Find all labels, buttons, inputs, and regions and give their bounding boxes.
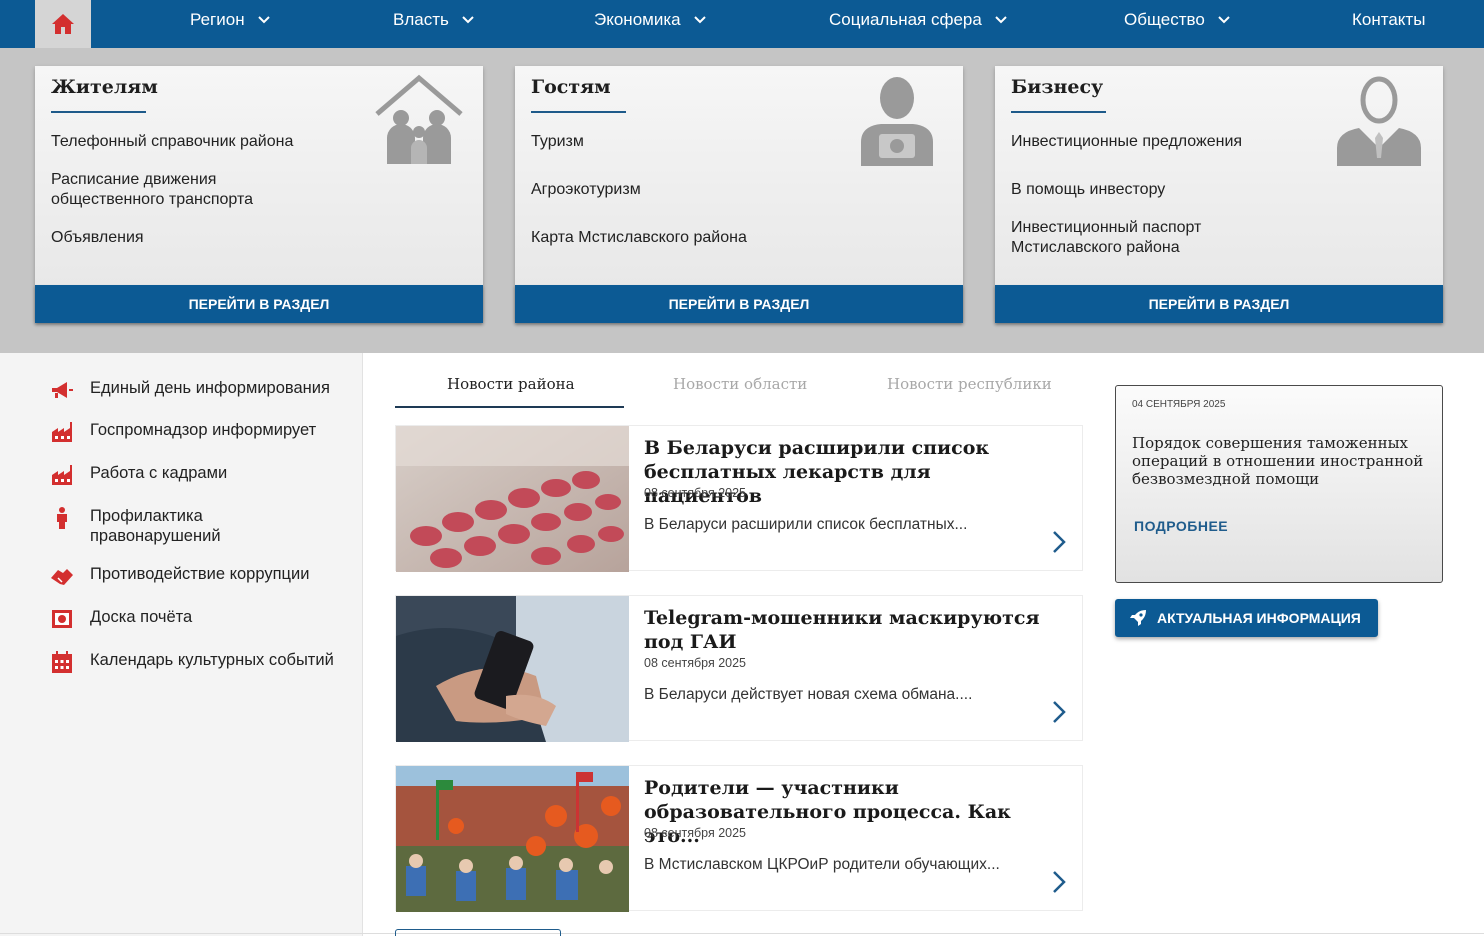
- go-to-section-button[interactable]: ПЕРЕЙТИ В РАЗДЕЛ: [995, 285, 1443, 323]
- card-guests: Гостям Туризм Агроэкотуризм Карта Мстисл…: [515, 66, 963, 323]
- sidebar-item-label: Календарь культурных событий: [90, 651, 334, 669]
- sidebar-item-label: Госпромнадзор информирует: [90, 421, 317, 439]
- nav-label: Регион: [190, 10, 245, 29]
- card-link[interactable]: Инвестиционный паспорт Мстиславского рай…: [1011, 218, 1251, 258]
- tab-region-news[interactable]: Новости области: [673, 375, 807, 393]
- chevron-down-icon: [257, 16, 270, 24]
- news-date: 08 сентября 2025: [644, 486, 746, 500]
- news-title[interactable]: Telegram-мошенники маскируются под ГАИ: [644, 606, 1044, 654]
- rocket-icon: [1130, 610, 1146, 626]
- home-icon: [52, 14, 74, 34]
- news-item[interactable]: В Беларуси расширили список бесплатных л…: [395, 425, 1083, 572]
- chevron-right-icon[interactable]: [1052, 870, 1066, 894]
- calendar-icon: [52, 651, 72, 673]
- factory-icon: [52, 465, 72, 485]
- title-underline: [1011, 111, 1106, 113]
- handshake-icon: [51, 569, 73, 585]
- nav-label: Общество: [1124, 10, 1205, 29]
- pills-photo[interactable]: [396, 426, 629, 572]
- card-link[interactable]: Туризм: [531, 132, 861, 152]
- nav-label: Социальная сфера: [829, 10, 982, 29]
- sidebar-item-culture-calendar[interactable]: Календарь культурных событий: [50, 650, 360, 674]
- card-link[interactable]: Карта Мстиславского района: [531, 228, 861, 248]
- chevron-right-icon[interactable]: [1052, 530, 1066, 554]
- nav-item-power[interactable]: Власть: [393, 0, 475, 40]
- crowd-balloons-photo[interactable]: [396, 766, 629, 912]
- card-business: Бизнесу Инвестиционные предложения В пом…: [995, 66, 1443, 323]
- title-underline: [51, 111, 146, 113]
- news-item[interactable]: Родители — участники образовательного пр…: [395, 765, 1083, 912]
- news-excerpt: В Мстиславском ЦКРОиР родители обучающих…: [644, 856, 1000, 873]
- megaphone-icon: [52, 382, 73, 398]
- chevron-down-icon: [1218, 16, 1230, 24]
- nav-label: Власть: [393, 10, 449, 29]
- sidebar: Единый день информирования Госпромнадзор…: [0, 353, 363, 936]
- card-title: Бизнесу: [1011, 76, 1104, 98]
- actual-info-button[interactable]: АКТУАЛЬНАЯ ИНФОРМАЦИЯ: [1115, 599, 1378, 637]
- home-button[interactable]: [35, 0, 91, 48]
- sidebar-item-gospromnadzor[interactable]: Госпромнадзор информирует: [50, 420, 360, 444]
- more-link[interactable]: ПОДРОБНЕЕ: [1134, 518, 1228, 534]
- tourist-camera-icon: [861, 77, 933, 166]
- chevron-down-icon: [462, 16, 474, 24]
- sidebar-item-info-day[interactable]: Единый день информирования: [50, 378, 360, 402]
- sidebar-item-anticorruption[interactable]: Противодействие коррупции: [50, 564, 360, 588]
- sidebar-item-label: Работа с кадрами: [90, 464, 228, 482]
- factory-icon: [52, 422, 72, 442]
- chevron-down-icon: [693, 16, 706, 24]
- award-board-icon: [52, 610, 72, 628]
- nav-item-contacts[interactable]: Контакты: [1352, 0, 1425, 40]
- divider: [0, 933, 1484, 934]
- sidebar-item-label: Противодействие коррупции: [90, 565, 310, 583]
- news-date: 08 сентября 2025: [644, 826, 746, 840]
- nav-item-economy[interactable]: Экономика: [594, 0, 707, 40]
- card-link[interactable]: Инвестиционные предложения: [1011, 132, 1341, 152]
- card-title: Гостям: [531, 76, 611, 98]
- more-news-button[interactable]: [395, 929, 561, 936]
- sidebar-item-label: Профилактика правонарушений: [90, 507, 221, 545]
- tab-district-news[interactable]: Новости района: [447, 375, 575, 393]
- nav-item-society[interactable]: Общество: [1124, 0, 1231, 40]
- sidebar-item-label: Доска почёта: [90, 608, 193, 626]
- info-title[interactable]: Порядок совершения таможенных операций в…: [1132, 434, 1432, 488]
- top-navigation: Регион Власть Экономика Социальная сфера…: [0, 0, 1484, 48]
- go-to-section-button[interactable]: ПЕРЕЙТИ В РАЗДЕЛ: [515, 285, 963, 323]
- card-link[interactable]: Объявления: [51, 228, 381, 248]
- audience-cards-section: Жителям Телефонный справочник района Рас…: [0, 48, 1484, 353]
- card-residents: Жителям Телефонный справочник района Рас…: [35, 66, 483, 323]
- card-link[interactable]: Агроэкотуризм: [531, 180, 861, 200]
- card-link[interactable]: Телефонный справочник района: [51, 132, 381, 152]
- tab-republic-news[interactable]: Новости республики: [887, 375, 1052, 393]
- businessman-icon: [1337, 76, 1421, 166]
- actual-info-label: АКТУАЛЬНАЯ ИНФОРМАЦИЯ: [1157, 610, 1361, 626]
- featured-info-box: 04 СЕНТЯБРЯ 2025 Порядок совершения тамо…: [1115, 385, 1443, 583]
- news-date: 08 сентября 2025: [644, 656, 746, 670]
- info-date: 04 СЕНТЯБРЯ 2025: [1132, 399, 1226, 410]
- nav-label: Экономика: [594, 10, 681, 29]
- card-link[interactable]: В помощь инвестору: [1011, 180, 1341, 200]
- family-house-icon: [375, 74, 463, 164]
- card-title: Жителям: [51, 76, 158, 98]
- phone-hand-photo[interactable]: [396, 596, 629, 742]
- sidebar-item-label: Единый день информирования: [90, 379, 330, 397]
- go-to-section-button[interactable]: ПЕРЕЙТИ В РАЗДЕЛ: [35, 285, 483, 323]
- chevron-down-icon: [995, 16, 1007, 24]
- news-excerpt: В Беларуси расширили список бесплатных..…: [644, 516, 968, 533]
- person-icon: [57, 507, 67, 529]
- title-underline: [531, 111, 626, 113]
- card-link[interactable]: Расписание движения общественного трансп…: [51, 170, 291, 210]
- news-excerpt: В Беларуси действует новая схема обмана.…: [644, 686, 973, 703]
- active-tab-indicator: [395, 406, 624, 408]
- chevron-right-icon[interactable]: [1052, 700, 1066, 724]
- nav-label: Контакты: [1352, 10, 1426, 29]
- nav-item-region[interactable]: Регион: [190, 0, 271, 40]
- nav-item-social[interactable]: Социальная сфера: [829, 0, 1008, 40]
- sidebar-item-hr[interactable]: Работа с кадрами: [50, 463, 360, 487]
- news-item[interactable]: Telegram-мошенники маскируются под ГАИ 0…: [395, 595, 1083, 742]
- sidebar-item-prevention[interactable]: Профилактика правонарушений: [50, 506, 360, 546]
- sidebar-item-honor-board[interactable]: Доска почёта: [50, 607, 360, 631]
